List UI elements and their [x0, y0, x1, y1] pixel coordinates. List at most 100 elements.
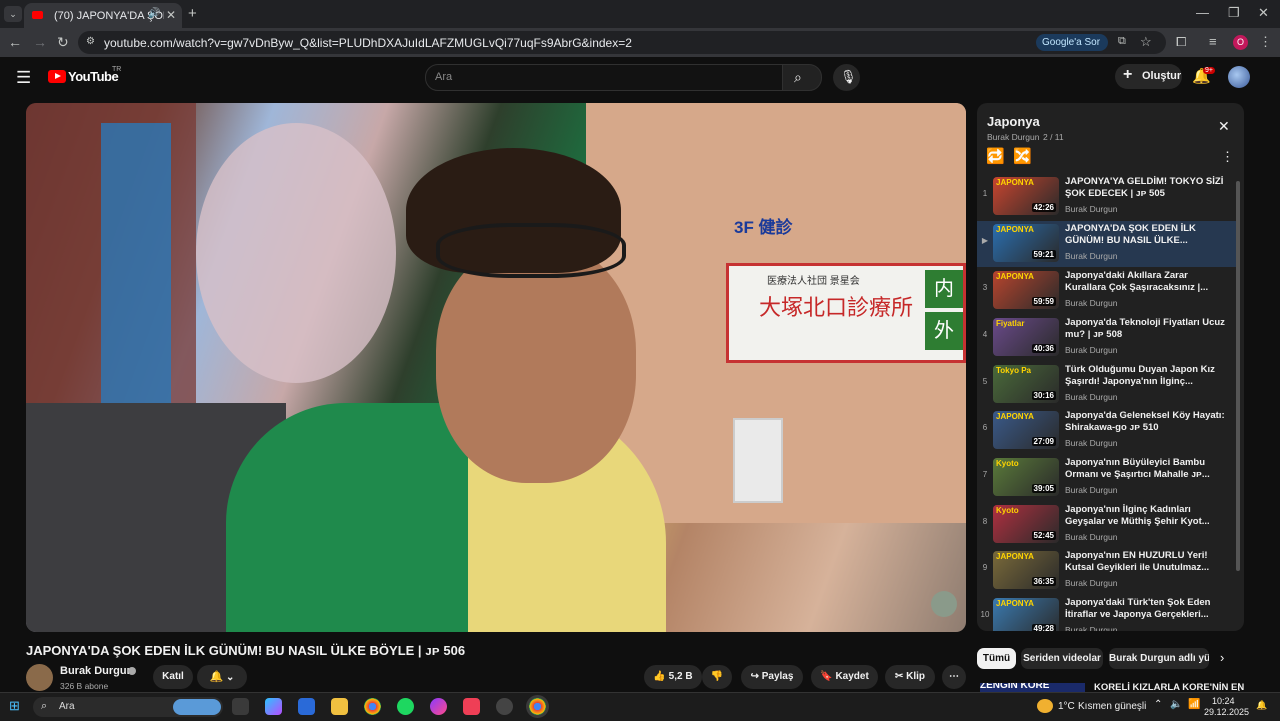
clock-time[interactable]: 10:24 [1212, 696, 1235, 706]
weather-temp[interactable]: 1°C [1058, 701, 1075, 712]
playlist-item-channel[interactable]: Burak Durgun [1065, 298, 1117, 308]
playlist-item-title[interactable]: Japonya'da Geleneksel Köy Hayatı: Shirak… [1065, 410, 1225, 434]
taskbar-search[interactable]: ⌕ Ara [33, 697, 223, 717]
playlist-item-thumbnail[interactable]: Kyoto 52:45 [993, 505, 1059, 543]
extensions-icon[interactable]: ⧠ [1176, 34, 1186, 50]
loop-icon[interactable]: 🔁 [986, 147, 1005, 165]
clock-date[interactable]: 29.12.2025 [1204, 707, 1249, 717]
playlist-item[interactable]: 1 JAPONYA 42:26 JAPONYA'YA GELDİM! TOKYO Sİ… [977, 174, 1236, 220]
tab-audio-icon[interactable]: 🔊 [148, 8, 160, 19]
media-control-icon[interactable]: ≡ [1209, 34, 1217, 49]
playlist-item-thumbnail[interactable]: JAPONYA 42:26 [993, 177, 1059, 215]
tab-search-icon[interactable]: ⌄ [4, 6, 22, 22]
spotify-icon[interactable] [397, 698, 414, 715]
voice-search-button[interactable]: 🎙 [833, 64, 860, 91]
playlist-item-title[interactable]: Japonya'nın EN HUZURLU Yeri! Kutsal Geyi… [1065, 550, 1225, 574]
weather-desc[interactable]: Kısmen güneşli [1078, 701, 1146, 712]
playlist-item-channel[interactable]: Burak Durgun [1065, 625, 1117, 631]
copilot-icon[interactable] [265, 698, 282, 715]
filter-chip[interactable]: Tümü [977, 648, 1016, 669]
playlist-item-channel[interactable]: Burak Durgun [1065, 532, 1117, 542]
search-box[interactable]: Ara [425, 64, 783, 91]
playlist-owner[interactable]: Burak Durgun [987, 132, 1039, 142]
github-icon[interactable] [496, 698, 513, 715]
search-button[interactable]: ⌕ [782, 64, 822, 91]
playlist-item-channel[interactable]: Burak Durgun [1065, 392, 1117, 402]
playlist-item[interactable]: 4 Fiyatlar 40:36 Japonya'da Teknoloji Fiyat… [977, 315, 1236, 361]
new-tab-icon[interactable]: + [188, 5, 197, 22]
playlist-item-thumbnail[interactable]: JAPONYA 59:21 [993, 224, 1059, 262]
forward-icon[interactable]: → [33, 34, 47, 50]
playlist-item-channel[interactable]: Burak Durgun [1065, 578, 1117, 588]
playlist-item[interactable]: 10 JAPONYA 49:28 Japonya'daki Türk'ten Şok … [977, 595, 1236, 631]
filter-chip[interactable]: Seriden videolar [1021, 648, 1103, 669]
save-button[interactable]: 🔖 Kaydet [811, 665, 878, 689]
playlist-item-thumbnail[interactable]: Fiyatlar 40:36 [993, 318, 1059, 356]
user-avatar[interactable] [1228, 66, 1250, 88]
youtube-logo-icon[interactable] [48, 70, 66, 83]
playlist-item-channel[interactable]: Burak Durgun [1065, 251, 1117, 261]
channel-name[interactable]: Burak Durgun [60, 665, 133, 677]
address-bar[interactable]: ⚙ youtube.com/watch?v=gw7vDnByw_Q&list=P… [78, 31, 1166, 54]
youtube-logo-text[interactable]: YouTube [68, 69, 119, 84]
volume-icon[interactable]: 🔈 [1170, 699, 1182, 710]
channel-watermark-avatar[interactable] [931, 591, 957, 617]
playlist-scrollbar[interactable] [1236, 181, 1240, 571]
tab-close-icon[interactable]: ✕ [166, 8, 176, 22]
playlist-item-channel[interactable]: Burak Durgun [1065, 345, 1117, 355]
profile-avatar[interactable]: O [1233, 35, 1248, 50]
playlist-item-thumbnail[interactable]: JAPONYA 36:35 [993, 551, 1059, 589]
reload-icon[interactable]: ↻ [57, 34, 69, 51]
video-player[interactable]: 3F 健診 医療法人社団 景星会 大塚北口診療所 内 外 [26, 103, 966, 632]
playlist-item-thumbnail[interactable]: Kyoto 39:05 [993, 458, 1059, 496]
playlist-item-channel[interactable]: Burak Durgun [1065, 485, 1117, 495]
playlist-close-icon[interactable]: ✕ [1218, 118, 1230, 135]
playlist-item-title[interactable]: JAPONYA'YA GELDİM! TOKYO SİZİ ŞOK EDECEK… [1065, 176, 1225, 200]
playlist-item[interactable]: 9 JAPONYA 36:35 Japonya'nın EN HUZURLU Yeri… [977, 548, 1236, 594]
playlist-item-thumbnail[interactable]: JAPONYA 27:09 [993, 411, 1059, 449]
join-button[interactable]: Katıl [153, 665, 193, 689]
wifi-icon[interactable]: 📶 [1188, 699, 1200, 710]
back-icon[interactable]: ← [8, 34, 22, 50]
tray-chevron-icon[interactable]: ⌃ [1154, 699, 1162, 710]
playlist-item-title[interactable]: Japonya'daki Akıllara Zarar Kurallara Ço… [1065, 270, 1225, 294]
cast-icon[interactable]: ⧉ [1118, 35, 1126, 48]
search-input[interactable]: Ara [435, 71, 452, 83]
playlist-item-thumbnail[interactable]: Tokyo Pa 30:16 [993, 365, 1059, 403]
chips-next-icon[interactable]: › [1220, 650, 1224, 665]
google-ask-button[interactable]: Google'a Sor [1036, 34, 1108, 51]
bookmark-star-icon[interactable]: ☆ [1140, 34, 1152, 50]
share-button[interactable]: ↪ Paylaş [741, 665, 803, 689]
channel-avatar[interactable] [26, 664, 53, 691]
site-info-icon[interactable]: ⚙ [86, 36, 95, 47]
playlist-item-title[interactable]: JAPONYA'DA ŞOK EDEN İLK GÜNÜM! BU NASIL … [1065, 223, 1225, 247]
url-text[interactable]: youtube.com/watch?v=gw7vDnByw_Q&list=PLU… [104, 36, 632, 50]
playlist-item[interactable]: 3 JAPONYA 59:59 Japonya'daki Akıllara Zarar… [977, 268, 1236, 314]
file-explorer-icon[interactable] [331, 698, 348, 715]
playlist-item[interactable]: 8 Kyoto 52:45 Japonya'nın İlginç Kadınları … [977, 502, 1236, 548]
more-actions-button[interactable]: ⋯ [942, 665, 966, 689]
hamburger-menu-icon[interactable]: ☰ [16, 68, 31, 88]
windows-start-icon[interactable]: ⊞ [9, 698, 20, 714]
playlist-item-channel[interactable]: Burak Durgun [1065, 438, 1117, 448]
store-icon[interactable] [298, 698, 315, 715]
playlist-item-thumbnail[interactable]: JAPONYA 49:28 [993, 598, 1059, 631]
playlist-item[interactable]: 7 Kyoto 39:05 Japonya'nın Büyüleyici Bambu … [977, 455, 1236, 501]
browser-tab[interactable]: (70) JAPONYA'DA ŞOK EDEN 🔊 ✕ [24, 3, 182, 28]
next-video-title[interactable]: KORELİ KIZLARLA KORE'NİN EN [1094, 682, 1244, 692]
weather-icon[interactable] [1037, 699, 1053, 713]
chrome-active-icon[interactable] [529, 698, 546, 715]
playlist-menu-icon[interactable]: ⋮ [1221, 149, 1234, 165]
chrome-icon[interactable] [364, 698, 381, 715]
restore-icon[interactable]: ❐ [1228, 5, 1240, 21]
task-view-icon[interactable] [232, 698, 249, 715]
create-button[interactable]: + Oluştur [1115, 64, 1182, 89]
notification-center-icon[interactable]: 🔔 [1256, 700, 1267, 711]
taskbar-search-input[interactable]: Ara [59, 701, 75, 712]
playlist-item-channel[interactable]: Burak Durgun [1065, 204, 1117, 214]
next-video-thumbnail[interactable]: ZENGIN KORE [980, 683, 1085, 692]
playlist-item-title[interactable]: Japonya'nın İlginç Kadınları Geyşalar ve… [1065, 504, 1225, 528]
pocket-icon[interactable] [463, 698, 480, 715]
playlist-title[interactable]: Japonya [987, 114, 1040, 129]
playlist-item-title[interactable]: Japonya'daki Türk'ten Şok Eden İtiraflar… [1065, 597, 1225, 621]
